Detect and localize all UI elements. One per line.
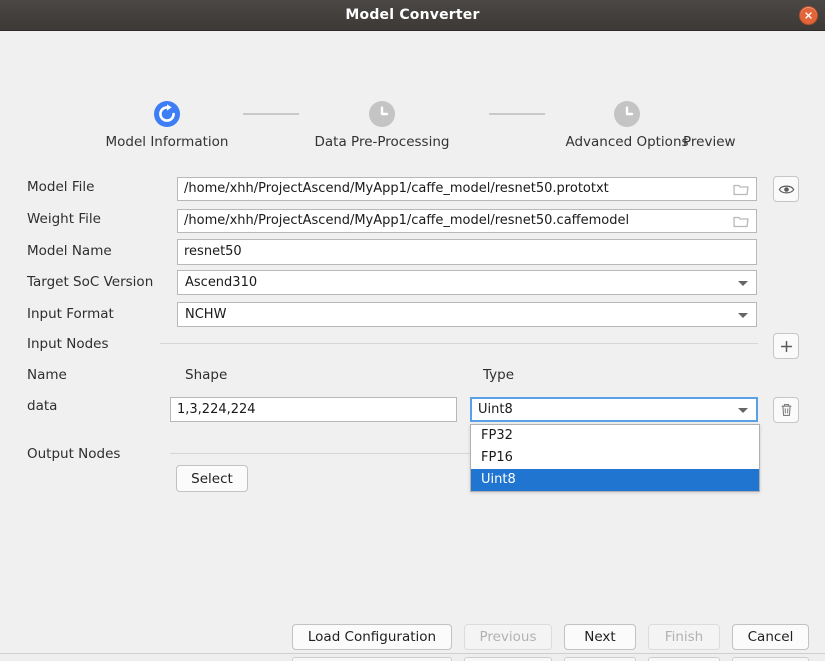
input-format-combobox[interactable]: NCHW <box>177 302 757 327</box>
wizard-stepper: Model Information Data Pre-Processing Ad… <box>0 101 825 171</box>
chevron-down-icon <box>738 280 748 286</box>
refresh-circle-icon <box>154 101 180 127</box>
clock-icon <box>369 101 395 127</box>
select-output-nodes-button[interactable]: Select <box>176 465 248 492</box>
weight-file-input[interactable]: /home/xhh/ProjectAscend/MyApp1/caffe_mod… <box>177 209 757 233</box>
chevron-down-icon <box>738 312 748 318</box>
model-file-input[interactable]: /home/xhh/ProjectAscend/MyApp1/caffe_mod… <box>177 177 757 201</box>
input-format-label: Input Format <box>27 306 114 322</box>
titlebar[interactable]: Model Converter <box>0 0 825 31</box>
sliver-chip <box>464 657 552 661</box>
close-button[interactable] <box>799 6 818 25</box>
finish-button[interactable]: Finish <box>648 624 720 650</box>
model-converter-window: Model Converter Model Information Data P… <box>0 0 825 661</box>
input-node-shape-input[interactable]: 1,3,224,224 <box>170 397 457 422</box>
model-file-label: Model File <box>27 179 95 195</box>
step-preview[interactable]: Preview <box>660 101 780 150</box>
dropdown-option-fp16[interactable]: FP16 <box>471 447 759 469</box>
input-format-value: NCHW <box>185 307 227 322</box>
step-label: Data Pre-Processing <box>314 134 450 150</box>
cancel-button[interactable]: Cancel <box>732 624 809 650</box>
close-icon <box>805 12 812 19</box>
input-node-type-dropdown[interactable]: FP32 FP16 Uint8 <box>470 424 760 492</box>
input-node-type-value: Uint8 <box>478 402 513 417</box>
add-input-node-button[interactable] <box>773 333 799 359</box>
column-header-type: Type <box>483 367 515 383</box>
stepper-connector-2 <box>489 113 545 115</box>
dropdown-option-uint8[interactable]: Uint8 <box>471 469 759 491</box>
output-nodes-label: Output Nodes <box>27 446 121 462</box>
model-name-input[interactable]: resnet50 <box>177 239 757 265</box>
target-soc-combobox[interactable]: Ascend310 <box>177 270 757 295</box>
eye-icon <box>778 185 794 193</box>
load-configuration-button[interactable]: Load Configuration <box>292 624 452 650</box>
sliver-chip <box>564 657 636 661</box>
step-data-pre-processing[interactable]: Data Pre-Processing <box>311 101 453 150</box>
previous-button[interactable]: Previous <box>464 624 552 650</box>
model-name-label: Model Name <box>27 243 112 259</box>
window-body: Model Information Data Pre-Processing Ad… <box>0 31 825 653</box>
target-soc-label: Target SoC Version <box>27 274 154 290</box>
target-soc-value: Ascend310 <box>185 275 258 290</box>
step-model-information[interactable]: Model Information <box>97 101 237 150</box>
input-nodes-label: Input Nodes <box>27 336 109 352</box>
next-button[interactable]: Next <box>564 624 636 650</box>
column-header-name: Name <box>27 367 67 383</box>
plus-icon <box>780 340 792 352</box>
trash-icon <box>781 404 791 416</box>
chevron-down-icon <box>738 407 748 413</box>
step-label: Model Information <box>105 134 229 150</box>
weight-file-label: Weight File <box>27 211 101 227</box>
input-node-type-combobox[interactable]: Uint8 <box>470 397 758 422</box>
input-node-name: data <box>27 398 58 414</box>
delete-input-node-button[interactable] <box>773 397 799 423</box>
window-title: Model Converter <box>345 7 480 23</box>
step-preview-icon-placeholder <box>707 101 733 127</box>
input-nodes-separator <box>160 343 758 344</box>
clock-icon <box>614 101 640 127</box>
step-label: Preview <box>683 134 736 150</box>
dropdown-option-fp32[interactable]: FP32 <box>471 425 759 447</box>
sliver-chip <box>648 657 720 661</box>
preview-model-button[interactable] <box>773 176 799 202</box>
column-header-shape: Shape <box>185 367 228 383</box>
stepper-connector-1 <box>243 113 299 115</box>
sliver-chip <box>732 657 809 661</box>
background-window-sliver <box>0 653 825 661</box>
